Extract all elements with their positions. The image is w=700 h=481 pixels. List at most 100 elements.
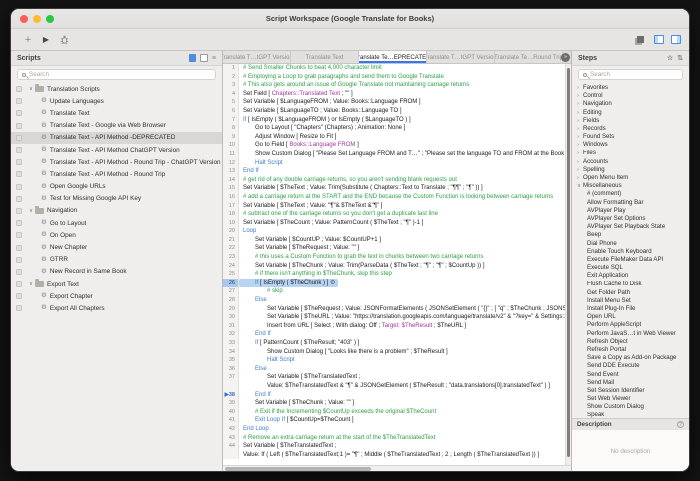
code-line[interactable]: 30Set Variable [ $TheURL ; Value: "https… [223, 313, 565, 322]
line-number[interactable]: 34 [223, 348, 239, 357]
steps-category[interactable]: ›Control [572, 92, 689, 100]
line-number[interactable]: 24 [223, 262, 239, 271]
steps-item[interactable]: # (comment) [572, 190, 689, 198]
steps-category[interactable]: ›Open Menu Item [572, 174, 689, 182]
code-line[interactable]: 20Loop [223, 227, 565, 236]
code-line[interactable]: 6Set Variable [ $LanguageTO ; Value: Boo… [223, 107, 565, 116]
script-checkbox[interactable] [16, 281, 22, 287]
script-editor[interactable]: 1# Send Smaller Chunks to beat 4,000 cha… [223, 64, 571, 465]
code-line[interactable]: 40# Exit if the Incrementing $CountUp ex… [223, 408, 565, 417]
script-checkbox[interactable] [16, 293, 22, 299]
script-row[interactable]: ⚙Go to Layout [11, 217, 222, 229]
steps-category[interactable]: ∨Miscellaneous [572, 182, 689, 190]
debug-script-icon[interactable] [59, 34, 70, 45]
code-line[interactable]: Value: $TheTranslatedText & "¶" & JSONGe… [223, 382, 565, 391]
line-number[interactable]: 2 [223, 73, 239, 82]
steps-item[interactable]: Send Event [572, 371, 689, 379]
script-checkbox[interactable] [16, 232, 22, 238]
line-number[interactable] [223, 382, 239, 391]
script-checkbox[interactable] [16, 171, 22, 177]
script-row[interactable]: ⚙Translate Text [11, 107, 222, 119]
filter-scripts-icon[interactable] [189, 54, 196, 62]
code-line[interactable]: 35Halt Script [223, 356, 565, 365]
line-number[interactable]: 40 [223, 408, 239, 417]
script-folder-row[interactable]: ∨Export Text [11, 278, 222, 290]
line-number[interactable]: 32 [223, 330, 239, 339]
favorites-star-icon[interactable]: ☆ [667, 54, 673, 62]
editor-horizontal-scrollbar[interactable] [223, 465, 571, 472]
script-row[interactable]: ⚙Translate Text - API Method - Round Tri… [11, 156, 222, 168]
line-number[interactable]: 14 [223, 176, 239, 185]
tab-1[interactable]: Translate T…tGPT Version [223, 51, 291, 63]
line-number[interactable]: 9 [223, 133, 239, 142]
script-row[interactable]: ⚙Translate Text - Google via Web Browser [11, 120, 222, 132]
run-script-button[interactable]: ▶ [37, 35, 55, 44]
script-row[interactable]: ⚙On Open [11, 229, 222, 241]
step-options-gear-icon[interactable]: ⚙ [328, 280, 335, 286]
steps-item[interactable]: Save a Copy as Add-on Package [572, 354, 689, 362]
code-line[interactable]: 18# subtract one of the carriage returns… [223, 210, 565, 219]
code-line[interactable]: 5Set Variable [ $LanguageFROM ; Value: B… [223, 98, 565, 107]
chevron-down-icon[interactable]: ∨ [29, 208, 33, 214]
new-script-icon[interactable] [200, 54, 208, 62]
line-number[interactable]: 18 [223, 210, 239, 219]
script-row[interactable]: ⚙Open Google URLs [11, 181, 222, 193]
line-number[interactable]: 17 [223, 202, 239, 211]
script-row[interactable]: ⚙Translate Text - API Method ChatGPT Ver… [11, 144, 222, 156]
script-checkbox[interactable] [16, 208, 22, 214]
line-number[interactable]: 11 [223, 150, 239, 159]
steps-search-input[interactable]: Search [578, 69, 683, 80]
script-folder-row[interactable]: ∨Translation Scripts [11, 83, 222, 95]
code-line[interactable]: 3# This also gets around an issue of Goo… [223, 81, 565, 90]
line-number[interactable]: 23 [223, 253, 239, 262]
code-line[interactable]: 42End Loop [223, 425, 565, 434]
steps-item[interactable]: Refresh Portal [572, 346, 689, 354]
line-number[interactable]: 15 [223, 184, 239, 193]
breakpoint-line-number[interactable]: ▶38 [223, 391, 239, 400]
steps-item[interactable]: Get Folder Path [572, 289, 689, 297]
code-line[interactable]: 34Show Custom Dialog [ "Looks like there… [223, 348, 565, 357]
line-number[interactable]: 33 [223, 339, 239, 348]
code-line[interactable]: 15Set Variable [ $TheText ; Value: Trim(… [223, 184, 565, 193]
line-number[interactable]: 10 [223, 141, 239, 150]
tab-5[interactable]: Translate Te…Round Trip [495, 51, 563, 63]
steps-item[interactable]: AVPlayer Play [572, 207, 689, 215]
script-checkbox[interactable] [16, 257, 22, 263]
line-number[interactable]: 39 [223, 399, 239, 408]
line-number[interactable]: 29 [223, 305, 239, 314]
steps-category[interactable]: ›Spelling [572, 166, 689, 174]
steps-item[interactable]: Exit Application [572, 272, 689, 280]
script-row[interactable]: ⚙New Record in Same Book [11, 266, 222, 278]
script-row[interactable]: ⚙Export All Chapters [11, 302, 222, 314]
line-number[interactable]: 37 [223, 373, 239, 382]
sort-icon[interactable]: ⇅ [677, 54, 683, 62]
code-line[interactable]: 36Else [223, 365, 565, 374]
line-number[interactable]: 3 [223, 81, 239, 90]
line-number[interactable]: 25 [223, 270, 239, 279]
code-line[interactable]: 33If [ PatternCount ( $TheResult; "403" … [223, 339, 565, 348]
script-checkbox[interactable] [16, 159, 22, 165]
tab-overflow-button[interactable]: » [561, 53, 570, 62]
steps-category[interactable]: ›Fields [572, 117, 689, 125]
script-row[interactable]: ⚙Translate Text - API Method -DEPRECATED [11, 132, 222, 144]
chevron-down-icon[interactable]: ∨ [29, 86, 33, 92]
tab-4[interactable]: Translate T…tGPT Version [427, 51, 495, 63]
script-folder-row[interactable]: ∨Navigation [11, 205, 222, 217]
steps-item[interactable]: AVPlayer Set Options [572, 215, 689, 223]
chevron-down-icon[interactable]: ∨ [29, 281, 33, 287]
code-line[interactable]: 1# Send Smaller Chunks to beat 4,000 cha… [223, 64, 565, 73]
script-checkbox[interactable] [16, 220, 22, 226]
steps-item[interactable]: Perform JavaS…t in Web Viewer [572, 330, 689, 338]
code-line[interactable]: 43# Remove an extra carriage return at t… [223, 434, 565, 443]
code-line[interactable]: 11Show Custom Dialog [ "Please Set Langu… [223, 150, 565, 159]
help-icon[interactable]: ? [677, 421, 684, 428]
line-number[interactable] [223, 451, 239, 460]
code-line[interactable]: 23# this uses a Custom Function to grab … [223, 253, 565, 262]
script-row[interactable]: ⚙GTRR [11, 254, 222, 266]
new-script-button[interactable]: + [19, 34, 37, 46]
script-checkbox[interactable] [16, 269, 22, 275]
line-number[interactable]: 4 [223, 90, 239, 99]
code-line[interactable]: 44Set Variable [ $TheTranslatedText ; [223, 442, 565, 451]
code-line[interactable]: 13End If [223, 167, 565, 176]
code-line[interactable]: 29Set Variable [ $TheRequest ; Value: JS… [223, 305, 565, 314]
